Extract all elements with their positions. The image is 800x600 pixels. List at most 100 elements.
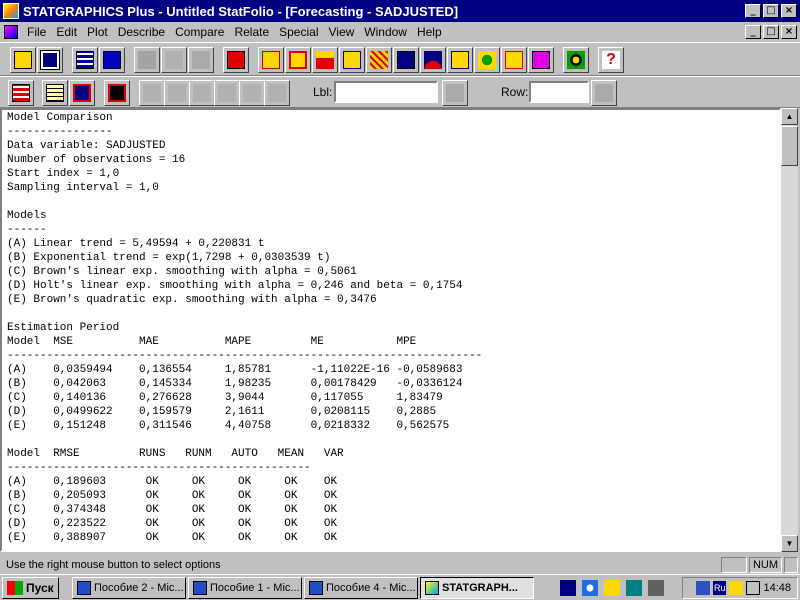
tool-1-button[interactable] — [139, 80, 165, 106]
system-tray: Ru 14:48 — [682, 577, 798, 599]
graphs-button[interactable] — [69, 80, 95, 106]
internet-explorer-icon[interactable] — [582, 580, 598, 596]
task-label: Пособие 4 - Mic... — [326, 582, 416, 594]
outlook-express-icon[interactable] — [604, 580, 620, 596]
scroll-down-button[interactable]: ▼ — [781, 535, 798, 552]
trend-button[interactable] — [447, 47, 473, 73]
clock[interactable]: 14:48 — [763, 582, 791, 594]
statgraphics-icon — [425, 581, 439, 595]
quicklaunch-extra-icon[interactable] — [648, 580, 664, 596]
tool-6-button[interactable] — [264, 80, 290, 106]
menu-plot[interactable]: Plot — [82, 25, 113, 39]
output-line: Models — [7, 210, 47, 222]
paste-button[interactable] — [188, 47, 214, 73]
taskbar-item-statgraphics[interactable]: STATGRAPH... — [420, 577, 534, 599]
title-bar[interactable]: STATGRAPHICS Plus - Untitled StatFolio -… — [0, 0, 800, 22]
copy-button[interactable] — [161, 47, 187, 73]
taskbar-item-posobie-4[interactable]: Пособие 4 - Mic... — [304, 577, 418, 599]
scroll-up-button[interactable]: ▲ — [781, 108, 798, 125]
menu-relate[interactable]: Relate — [229, 25, 274, 39]
scissors-icon — [138, 51, 156, 69]
lbl-input[interactable] — [334, 81, 438, 103]
cut-button[interactable] — [134, 47, 160, 73]
tables-button[interactable] — [42, 80, 68, 106]
row-input[interactable] — [529, 81, 589, 103]
output-line: (A) 0,0359494 0,136554 1,85781 -1,11022E… — [7, 364, 463, 376]
tray-monitor-icon[interactable] — [695, 581, 710, 595]
statadvisor-button[interactable] — [563, 47, 589, 73]
statgraphics-app-icon[interactable] — [3, 3, 19, 19]
output-line: (E) 0,388907 OK OK OK OK OK — [7, 532, 338, 544]
data-save-button[interactable] — [99, 47, 125, 73]
tree-button[interactable] — [501, 47, 527, 73]
tool-3-button[interactable] — [189, 80, 215, 106]
menu-view[interactable]: View — [323, 25, 359, 39]
open-button[interactable] — [10, 47, 36, 73]
close-button[interactable]: × — [781, 4, 797, 18]
taskbar-item-posobie-1[interactable]: Пособие 1 - Mic... — [188, 577, 302, 599]
boxplot-button[interactable] — [285, 47, 311, 73]
menu-file[interactable]: File — [22, 25, 51, 39]
help-button[interactable]: ? — [598, 47, 624, 73]
scroll-thumb[interactable] — [781, 126, 798, 166]
lbl-find-button[interactable] — [442, 80, 468, 106]
globe-button[interactable] — [474, 47, 500, 73]
minimize-button[interactable]: _ — [745, 4, 761, 18]
menu-compare[interactable]: Compare — [170, 25, 229, 39]
globe-icon — [478, 51, 496, 69]
volume-icon[interactable] — [746, 581, 761, 595]
num-lock-indicator: NUM — [748, 557, 782, 573]
histogram-button[interactable] — [312, 47, 338, 73]
table-grey-icon — [143, 84, 161, 102]
matrix-plot-button[interactable] — [366, 47, 392, 73]
menu-help[interactable]: Help — [412, 25, 447, 39]
row-find-button[interactable] — [591, 80, 617, 106]
points-grey-icon — [168, 84, 186, 102]
paste-icon — [192, 51, 210, 69]
tool-4-button[interactable] — [214, 80, 240, 106]
channels-icon[interactable] — [626, 580, 642, 596]
time-series-icon — [397, 51, 415, 69]
maximize-button[interactable]: □ — [763, 4, 779, 18]
tool-5-button[interactable] — [239, 80, 265, 106]
quicklaunch-desktop-icon[interactable] — [560, 580, 576, 596]
tool-2-button[interactable] — [164, 80, 190, 106]
report-button[interactable] — [528, 47, 554, 73]
spreadsheet-button[interactable] — [72, 47, 98, 73]
save-results-button[interactable] — [104, 80, 130, 106]
analysis-output-pane[interactable]: Model Comparison ---------------- Data v… — [0, 108, 781, 552]
trend-line-icon — [451, 51, 469, 69]
output-line: (D) 0,223522 OK OK OK OK OK — [7, 518, 338, 530]
binoculars-row-icon — [595, 84, 613, 102]
doc-restore-button[interactable]: □ — [763, 25, 779, 39]
taskbar-item-posobie-2[interactable]: Пособие 2 - Mic... — [72, 577, 186, 599]
scatterplot-button[interactable] — [258, 47, 284, 73]
distribution-button[interactable] — [420, 47, 446, 73]
language-indicator[interactable]: Ru — [712, 581, 727, 595]
output-line: Start index = 1,0 — [7, 168, 120, 180]
menu-special[interactable]: Special — [274, 25, 323, 39]
input-dialog-button[interactable] — [8, 80, 34, 106]
time-series-button[interactable] — [393, 47, 419, 73]
xy-plot-button[interactable] — [339, 47, 365, 73]
print-button[interactable] — [223, 47, 249, 73]
data-grid-icon — [76, 51, 94, 69]
output-line: (B) 0,042063 0,145334 1,98235 0,00178429… — [7, 378, 463, 390]
save-button[interactable] — [37, 47, 63, 73]
start-button[interactable]: Пуск — [2, 576, 59, 599]
menu-window[interactable]: Window — [359, 25, 412, 39]
tray-app-icon[interactable] — [729, 581, 744, 595]
menu-describe[interactable]: Describe — [113, 25, 170, 39]
doc-close-button[interactable]: × — [781, 25, 797, 39]
vertical-scrollbar[interactable]: ▲ ▼ — [781, 108, 798, 552]
menu-edit[interactable]: Edit — [51, 25, 82, 39]
output-line: Sampling interval = 1,0 — [7, 182, 159, 194]
doc-minimize-button[interactable]: _ — [745, 25, 761, 39]
save-results-icon — [108, 84, 126, 102]
output-line: (A) 0,189603 OK OK OK OK OK — [7, 476, 338, 488]
output-line: (C) Brown's linear exp. smoothing with a… — [7, 266, 357, 278]
output-line: ----------------------------------------… — [7, 350, 483, 362]
status-panel-end — [784, 557, 798, 573]
document-icon[interactable] — [4, 25, 18, 39]
folder-open-icon — [14, 51, 32, 69]
